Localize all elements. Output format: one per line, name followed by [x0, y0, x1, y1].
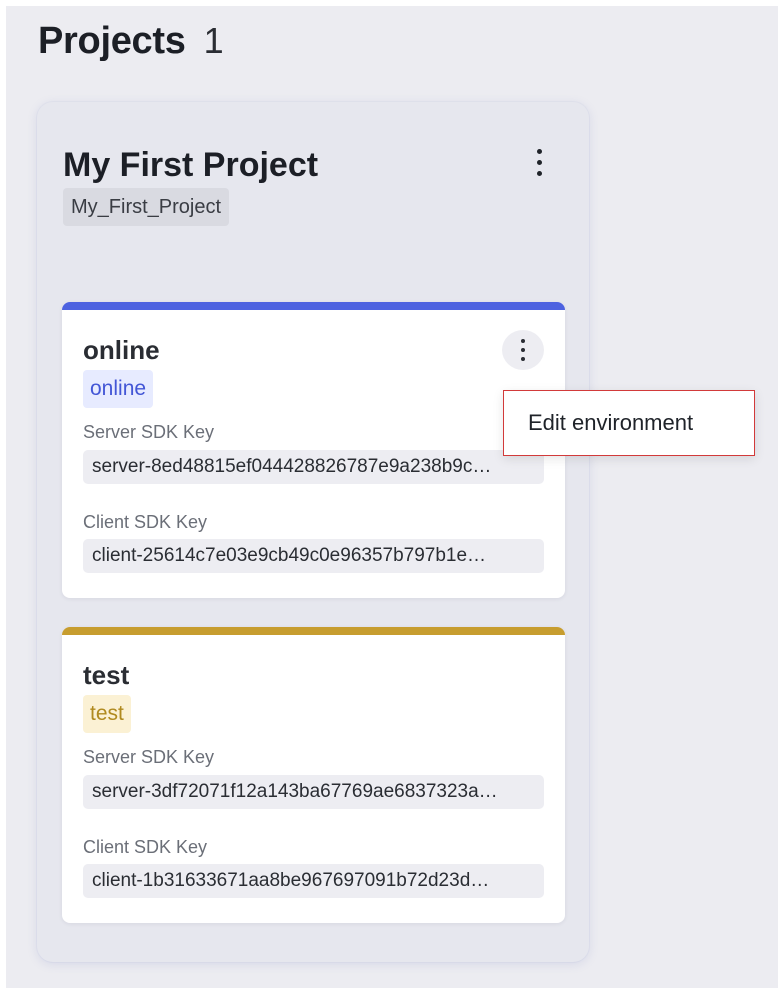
project-count: 1 [203, 20, 224, 61]
project-card[interactable]: My First Project My_First_Project online… [37, 102, 589, 962]
more-vertical-icon [521, 339, 525, 361]
server-sdk-key-label: Server SDK Key [83, 747, 215, 767]
server-sdk-key-label: Server SDK Key [83, 422, 215, 442]
environment-key-badge: test [83, 695, 131, 733]
project-key-badge: My_First_Project [63, 188, 230, 226]
page-header: Projects 1 [38, 20, 224, 63]
client-sdk-key-value[interactable]: client-25614c7e03e9cb49c0e96357b797b1e… [83, 539, 544, 573]
page-title: Projects [38, 20, 186, 62]
more-vertical-icon [536, 148, 542, 176]
environment-color-bar [62, 302, 565, 310]
client-sdk-key-label: Client SDK Key [83, 512, 208, 532]
environment-key-badge: online [83, 370, 154, 408]
environment-color-bar [62, 627, 565, 635]
edit-environment-menu-item[interactable]: Edit environment [528, 410, 693, 436]
environment-dropdown-menu: Edit environment [503, 390, 755, 456]
project-more-button[interactable] [521, 142, 557, 182]
environment-name: online [83, 335, 160, 365]
environment-card-test[interactable]: test test Server SDK Key server-3df72071… [62, 627, 565, 923]
environment-card-online[interactable]: online online Server SDK Key server-8ed4… [62, 302, 565, 598]
environment-more-button[interactable] [502, 330, 544, 370]
projects-page: Projects 1 My First Project My_First_Pro… [6, 6, 778, 988]
client-sdk-key-value[interactable]: client-1b31633671aa8be967697091b72d23d… [83, 864, 544, 898]
environment-name: test [83, 660, 130, 690]
server-sdk-key-value[interactable]: server-8ed48815ef044428826787e9a238b9c… [83, 450, 544, 484]
client-sdk-key-label: Client SDK Key [83, 837, 208, 857]
project-name[interactable]: My First Project [63, 146, 318, 185]
server-sdk-key-value[interactable]: server-3df72071f12a143ba67769ae6837323a… [83, 775, 544, 809]
